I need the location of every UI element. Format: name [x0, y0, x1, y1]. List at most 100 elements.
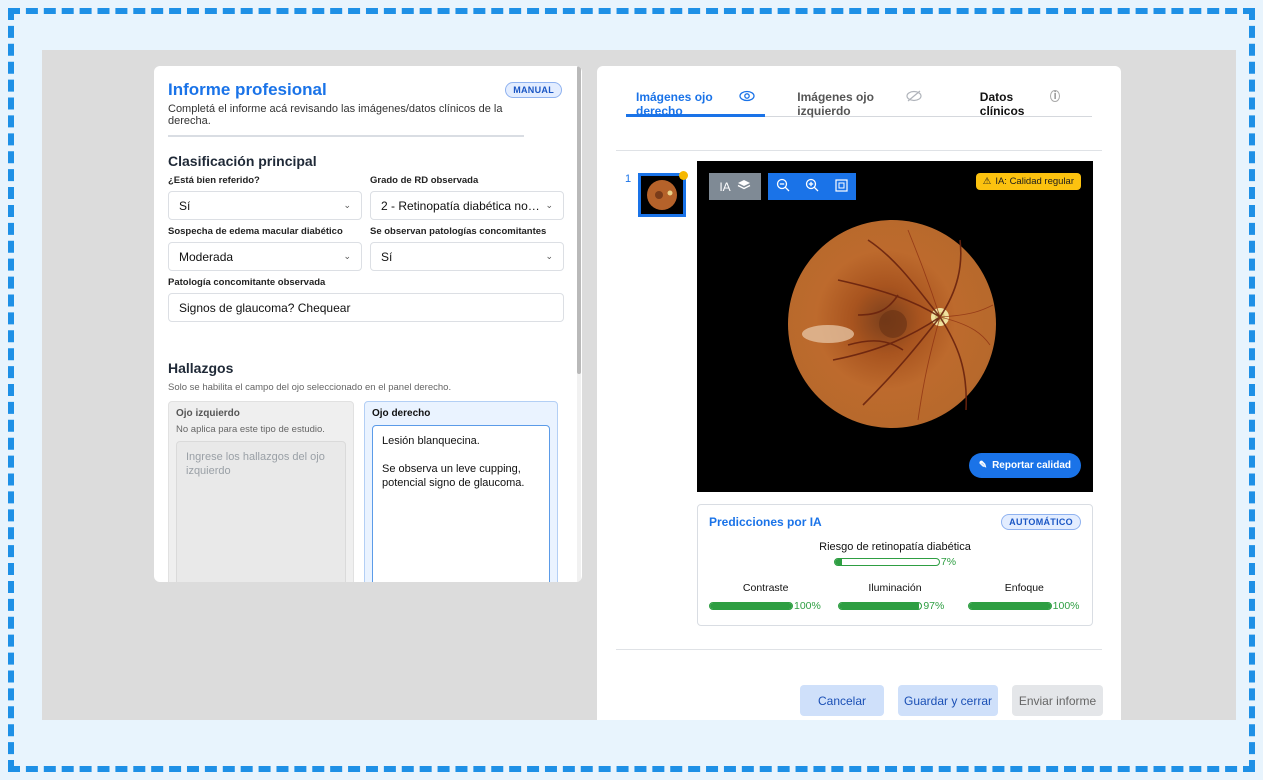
- edema-value: Moderada: [179, 249, 234, 264]
- quality-dot-icon: [679, 171, 688, 180]
- app-stage: Informe profesional MANUAL Completá el i…: [42, 50, 1236, 720]
- report-quality-label: Reportar calidad: [992, 460, 1071, 471]
- chevron-down-icon: ⌄: [343, 200, 351, 210]
- fundus-image: [788, 220, 996, 428]
- automatic-badge: AUTOMÁTICO: [1001, 514, 1081, 530]
- eye-icon: [739, 90, 755, 105]
- metric-label: Enfoque: [1004, 582, 1044, 594]
- concomitant-value: Sí: [381, 249, 393, 264]
- metric-percent: 97%: [923, 600, 945, 612]
- risk-percent: 7%: [940, 556, 957, 568]
- focus-progress-fill: [968, 603, 1051, 609]
- metric-percent: 100%: [794, 600, 821, 612]
- chevron-down-icon: ⌄: [545, 200, 553, 210]
- image-tabs: Imágenes ojo derecho Imágenes ojo izquie…: [626, 90, 1092, 118]
- save-and-close-button[interactable]: Guardar y cerrar: [898, 685, 998, 716]
- risk-progress-fill: [834, 559, 843, 565]
- action-footer: Cancelar Guardar y cerrar Enviar informe: [800, 685, 1103, 716]
- illumination-progress-bar: [838, 602, 923, 610]
- retina-vessels: [802, 229, 994, 421]
- left-eye-card: Ojo izquierdo No aplica para este tipo d…: [168, 401, 354, 582]
- manual-badge: MANUAL: [505, 82, 562, 98]
- referred-select[interactable]: Sí ⌄: [168, 191, 362, 220]
- contrast-progress-fill: [710, 603, 792, 609]
- report-subtitle: Completá el informe acá revisando las im…: [168, 103, 524, 137]
- image-thumbnail[interactable]: [638, 171, 688, 217]
- concomitant-select[interactable]: Sí ⌄: [370, 242, 564, 271]
- metric-label: Iluminación: [868, 582, 922, 594]
- tab-clinical-data[interactable]: Datos clínicos i: [970, 90, 1070, 118]
- right-eye-card: Ojo derecho Lesión blanquecina. Se obser…: [364, 401, 558, 582]
- rd-grade-value: 2 - Retinopatía diabética no prolif: [381, 198, 542, 213]
- risk-label: Riesgo de retinopatía diabética: [819, 541, 971, 553]
- risk-row: 7%: [709, 556, 1081, 568]
- eye-off-icon: [906, 90, 922, 105]
- metric-label: Contraste: [742, 582, 789, 594]
- predictions-title: Predicciones por IA: [709, 515, 822, 529]
- chevron-down-icon: ⌄: [343, 251, 351, 261]
- divider: [616, 649, 1102, 650]
- report-quality-button[interactable]: ✎ Reportar calidad: [968, 453, 1081, 478]
- observed-pathology-input[interactable]: Signos de glaucoma? Chequear: [168, 293, 564, 322]
- image-viewer[interactable]: IA ⚠ IA: Calidad regular ✎ Reportar cali…: [697, 161, 1093, 492]
- metric-bar-row: 100%: [967, 600, 1081, 612]
- report-panel: Informe profesional MANUAL Completá el i…: [154, 66, 582, 582]
- metric-bar-row: 97%: [838, 600, 951, 612]
- report-scroll-area: Informe profesional MANUAL Completá el i…: [154, 66, 578, 582]
- metric-focus: Enfoque 100%: [967, 582, 1081, 612]
- ia-layer-button[interactable]: IA: [709, 173, 761, 200]
- right-eye-title: Ojo derecho: [372, 408, 431, 419]
- report-header: Informe profesional MANUAL: [168, 80, 562, 100]
- edema-select[interactable]: Moderada ⌄: [168, 242, 362, 271]
- tab-right-eye-images[interactable]: Imágenes ojo derecho: [626, 90, 766, 118]
- referred-value: Sí: [179, 198, 191, 213]
- metric-percent: 100%: [1052, 600, 1080, 612]
- divider: [616, 150, 1102, 151]
- zoom-in-icon[interactable]: [805, 178, 819, 195]
- pencil-icon: ✎: [978, 460, 988, 471]
- classification-heading: Clasificación principal: [168, 153, 317, 169]
- contrast-progress-bar: [709, 602, 793, 610]
- warning-icon: ⚠: [982, 176, 992, 187]
- scrollbar-thumb[interactable]: [577, 66, 581, 374]
- risk-progress-bar: [833, 558, 940, 566]
- tab-left-eye-images[interactable]: Imágenes ojo izquierdo: [787, 90, 932, 118]
- left-eye-note: No aplica para este tipo de estudio.: [176, 424, 325, 435]
- zoom-toolbar: [768, 173, 856, 200]
- metric-illumination: Iluminación 97%: [838, 582, 951, 612]
- send-report-button[interactable]: Enviar informe: [1012, 685, 1103, 716]
- tab-label: Imágenes ojo derecho: [636, 90, 713, 118]
- findings-grid: Ojo izquierdo No aplica para este tipo d…: [168, 401, 562, 582]
- right-eye-findings-textarea[interactable]: Lesión blanquecina. Se observa un leve c…: [372, 425, 550, 582]
- left-eye-title: Ojo izquierdo: [176, 408, 240, 419]
- concomitant-label: Se observan patologías concomitantes: [370, 226, 547, 237]
- viewer-panel: Imágenes ojo derecho Imágenes ojo izquie…: [597, 66, 1121, 720]
- ia-label: IA: [719, 179, 731, 194]
- ai-predictions-card: Predicciones por IA AUTOMÁTICO Riesgo de…: [697, 504, 1093, 626]
- referred-label: ¿Está bien referido?: [168, 175, 260, 186]
- chevron-down-icon: ⌄: [545, 251, 553, 261]
- fit-screen-icon[interactable]: [835, 178, 848, 195]
- zoom-out-icon[interactable]: [776, 178, 790, 195]
- illumination-progress-fill: [839, 603, 919, 609]
- findings-heading: Hallazgos: [168, 360, 234, 376]
- info-icon: i: [1050, 90, 1061, 102]
- tab-label: Datos clínicos: [979, 90, 1025, 118]
- metric-bar-row: 100%: [709, 600, 822, 612]
- rd-grade-select[interactable]: 2 - Retinopatía diabética no prolif ⌄: [370, 191, 564, 220]
- report-title: Informe profesional: [168, 80, 327, 99]
- observed-pathology-label: Patología concomitante observada: [168, 277, 326, 288]
- layers-icon: [737, 179, 751, 194]
- findings-hint: Solo se habilita el campo del ojo selecc…: [168, 382, 452, 393]
- tab-label: Imágenes ojo izquierdo: [797, 90, 874, 118]
- left-eye-findings-textarea: Ingrese los hallazgos del ojo izquierdo: [176, 441, 346, 582]
- focus-progress-bar: [967, 602, 1052, 610]
- rd-grade-label: Grado de RD observada: [370, 175, 479, 186]
- metric-contrast: Contraste 100%: [709, 582, 822, 612]
- quality-badge-text: IA: Calidad regular: [995, 176, 1074, 187]
- thumbnail-number: 1: [625, 173, 632, 185]
- cancel-button[interactable]: Cancelar: [800, 685, 884, 716]
- classification-grid: ¿Está bien referido? Sí ⌄ Grado de RD ob…: [168, 169, 564, 271]
- predictions-header: Predicciones por IA AUTOMÁTICO: [709, 514, 1081, 530]
- quality-metrics: Contraste 100% Iluminación 97% Enfoque 1…: [709, 582, 1081, 612]
